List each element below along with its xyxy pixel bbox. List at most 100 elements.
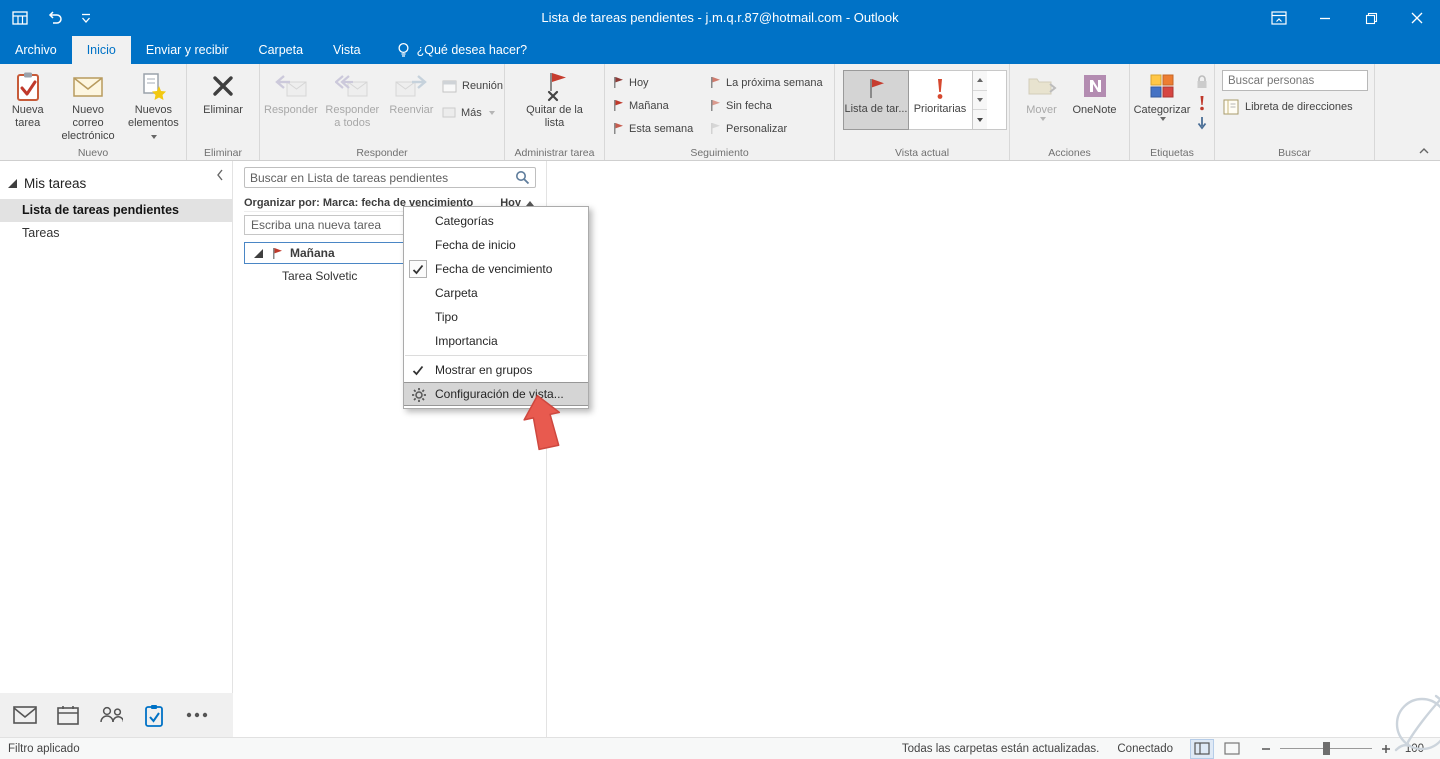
gallery-more-button[interactable]	[973, 110, 987, 130]
tab-tell-me[interactable]: ¿Qué desea hacer?	[382, 36, 543, 64]
search-input[interactable]	[245, 170, 515, 185]
manana-button[interactable]: Mañana	[607, 94, 704, 117]
tab-vista[interactable]: Vista	[318, 36, 376, 64]
menu-item-categorias[interactable]: Categorías	[404, 209, 588, 233]
menu-item-label: Categorías	[435, 214, 494, 228]
sin-fecha-button[interactable]: Sin fecha	[704, 94, 832, 117]
reunion-button[interactable]: Reunión	[438, 74, 503, 97]
menu-item-label: Carpeta	[435, 286, 478, 300]
view-lista-de-tareas[interactable]: Lista de tar...	[843, 70, 909, 130]
sidebar-item-tareas[interactable]: Tareas	[0, 222, 232, 245]
buscar-personas-input[interactable]	[1222, 70, 1368, 91]
hoy-button[interactable]: Hoy	[607, 71, 704, 94]
group-label-nuevo: Nuevo	[77, 147, 109, 159]
nuevos-elementos-button[interactable]: Nuevos elementos	[123, 66, 184, 146]
view-prioritarias[interactable]: Prioritarias	[908, 71, 972, 129]
ribbon-group-acciones: Mover OneNote Acciones	[1010, 64, 1130, 160]
sidebar-item-lista-tareas-pendientes[interactable]: Lista de tareas pendientes	[0, 199, 232, 222]
menu-item-mostrar-en-grupos[interactable]: Mostrar en grupos	[404, 358, 588, 382]
ribbon-display-options-button[interactable]	[1256, 0, 1302, 36]
scroll-down-icon	[977, 98, 983, 102]
nueva-tarea-button[interactable]: Nueva tarea	[2, 66, 53, 146]
new-task-icon	[13, 70, 43, 102]
ribbon-group-etiquetas: Categorizar Etiquetas	[1130, 64, 1215, 160]
menu-item-label: Mostrar en grupos	[435, 363, 533, 377]
menu-item-fecha-vencimiento[interactable]: Fecha de vencimiento	[404, 257, 588, 281]
nuevo-correo-button[interactable]: Nuevo correo electrónico	[53, 66, 122, 146]
tab-inicio[interactable]: Inicio	[71, 36, 131, 64]
importance-high-button[interactable]	[1198, 95, 1206, 111]
arrange-by-menu: Categorías Fecha de inicio Fecha de venc…	[403, 206, 589, 409]
customize-qat-icon[interactable]	[81, 13, 91, 24]
proxima-semana-button[interactable]: La próxima semana	[704, 71, 832, 94]
menu-item-carpeta[interactable]: Carpeta	[404, 281, 588, 305]
mail-nav-button[interactable]	[13, 702, 37, 728]
flag-icon	[711, 77, 720, 88]
esta-semana-button[interactable]: Esta semana	[607, 117, 704, 140]
zoom-slider[interactable]	[1280, 742, 1372, 755]
minimize-button[interactable]	[1302, 0, 1348, 36]
group-label-acciones: Acciones	[1048, 147, 1091, 159]
view-lista-label: Lista de tar...	[844, 103, 908, 115]
tab-enviar-recibir[interactable]: Enviar y recibir	[131, 36, 244, 64]
menu-item-fecha-inicio[interactable]: Fecha de inicio	[404, 233, 588, 257]
close-button[interactable]	[1394, 0, 1440, 36]
onenote-button[interactable]: OneNote	[1067, 66, 1123, 146]
tasks-nav-button[interactable]	[142, 702, 166, 728]
quitar-de-la-lista-button[interactable]: Quitar de la lista	[511, 66, 599, 146]
tab-archivo[interactable]: Archivo	[0, 36, 72, 64]
group-label-buscar: Buscar	[1278, 147, 1311, 159]
dropdown-caret-icon	[488, 110, 495, 115]
zoom-out-button[interactable]	[1261, 744, 1271, 754]
responder-a-todos-button[interactable]: Responder a todos	[320, 66, 385, 146]
categorizar-button[interactable]: Categorizar	[1132, 66, 1192, 146]
ribbon-group-nuevo: Nueva tarea Nuevo correo electrónico Nue…	[0, 64, 187, 160]
zoom-percentage[interactable]: 100	[1400, 743, 1424, 755]
zoom-in-button[interactable]	[1381, 744, 1391, 754]
reenviar-button[interactable]: Reenviar	[385, 66, 438, 146]
lock-button[interactable]	[1195, 74, 1209, 90]
gallery-scroll-up-button[interactable]	[973, 71, 987, 91]
zoom-slider-handle[interactable]	[1323, 742, 1330, 755]
more-nav-button[interactable]	[185, 702, 209, 728]
mover-button[interactable]: Mover	[1017, 66, 1067, 146]
personalizar-button[interactable]: Personalizar	[704, 117, 832, 140]
tasks-nav-icon	[145, 704, 163, 727]
search-box	[244, 167, 536, 188]
collapse-ribbon-button[interactable]	[1418, 147, 1430, 155]
menu-item-tipo[interactable]: Tipo	[404, 305, 588, 329]
group-header-label: Mañana	[290, 246, 335, 260]
tab-carpeta[interactable]: Carpeta	[244, 36, 318, 64]
scroll-up-icon	[977, 78, 983, 83]
reading-view-button[interactable]	[1221, 740, 1243, 758]
task-item[interactable]: Tarea Solvetic	[282, 269, 357, 283]
undo-icon[interactable]	[46, 11, 63, 25]
eliminar-button[interactable]: Eliminar	[193, 66, 253, 146]
my-tasks-header[interactable]: Mis tareas	[0, 161, 232, 199]
nuevos-elementos-label: Nuevos elementos	[125, 104, 182, 143]
minimize-folder-pane-button[interactable]	[216, 169, 224, 181]
restore-button[interactable]	[1348, 0, 1394, 36]
importance-low-button[interactable]	[1196, 116, 1208, 131]
window-grid-icon[interactable]	[12, 11, 28, 25]
nuevo-correo-label: Nuevo correo electrónico	[61, 104, 115, 142]
responder-button[interactable]: Responder	[262, 66, 320, 146]
status-bar: Filtro aplicado Todas las carpetas están…	[0, 737, 1440, 759]
folders-status: Todas las carpetas están actualizadas.	[901, 742, 1100, 755]
group-label-vista-actual: Vista actual	[894, 147, 950, 159]
people-nav-button[interactable]	[99, 702, 123, 728]
libreta-direcciones-button[interactable]: Libreta de direcciones	[1222, 99, 1372, 115]
expand-triangle-icon	[8, 179, 17, 188]
ellipsis-nav-icon	[186, 712, 208, 718]
gallery-scroll-down-button[interactable]	[973, 90, 987, 111]
new-mail-icon	[72, 70, 104, 102]
sort-direction-icon[interactable]	[526, 200, 534, 206]
menu-item-importancia[interactable]: Importancia	[404, 329, 588, 353]
search-icon[interactable]	[515, 170, 530, 185]
normal-view-button[interactable]	[1190, 738, 1214, 759]
menu-separator	[405, 355, 587, 356]
priority-icon	[937, 79, 943, 99]
mas-button[interactable]: Más	[438, 101, 502, 124]
move-icon	[1027, 70, 1057, 102]
calendar-nav-button[interactable]	[56, 702, 80, 728]
